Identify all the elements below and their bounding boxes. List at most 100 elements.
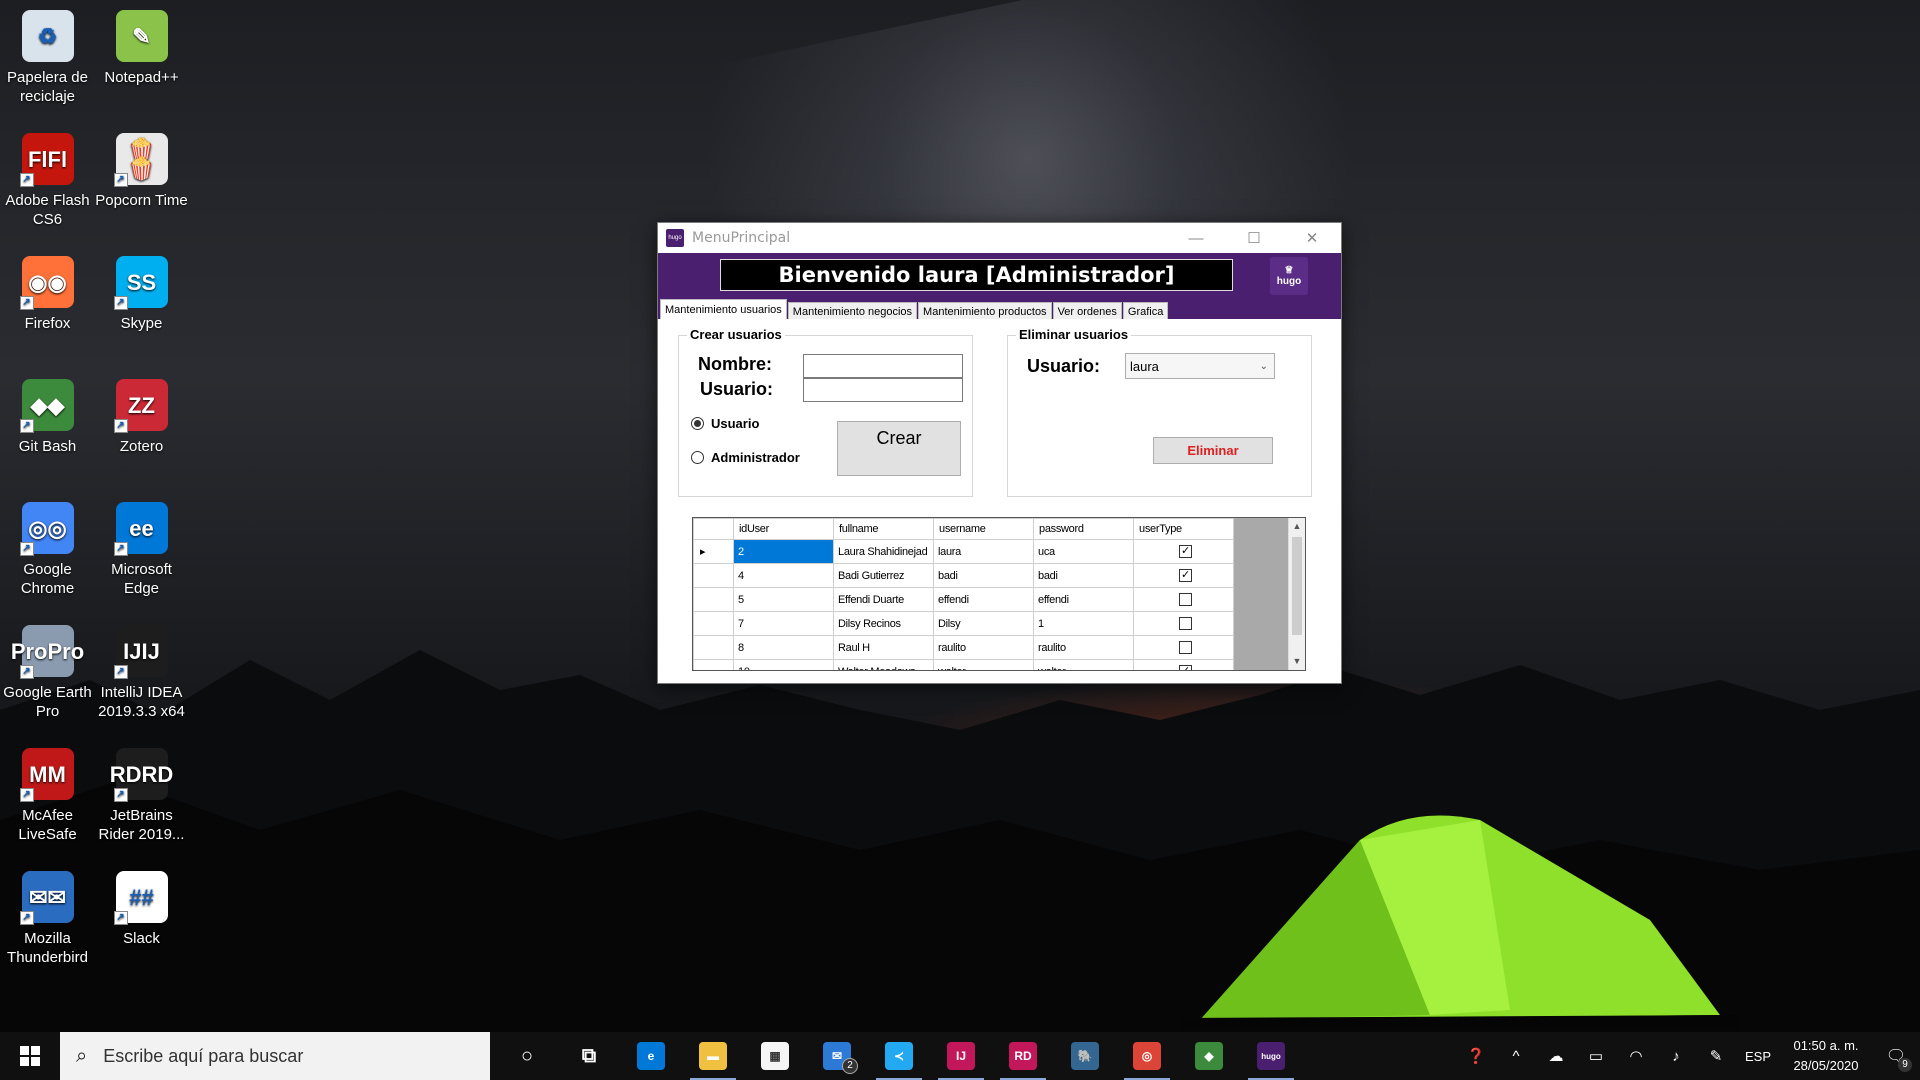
taskbar-store[interactable]: ▦ [744,1032,806,1080]
help-icon[interactable]: ❓ [1456,1047,1496,1065]
row-header[interactable] [693,563,734,588]
clock[interactable]: 01:50 a. m. 28/05/2020 [1780,1036,1872,1076]
row-header[interactable] [693,659,734,670]
desktop-icon-google-earth[interactable]: ProPro ↗ Google Earth Pro [0,619,95,721]
cell-fullname[interactable]: Laura Shahidinejad [833,539,934,564]
desktop-icon-chrome[interactable]: ◎◎ ↗ Google Chrome [0,496,95,598]
nombre-field[interactable] [803,354,963,378]
table-row[interactable]: 4 Badi Gutierrez badi badi ✓ [693,563,1234,588]
cell-usertype[interactable]: ✓ [1133,659,1234,670]
radio-administrador[interactable]: Administrador [691,450,800,465]
desktop-icon-git-bash[interactable]: ◆◆ ↗ Git Bash [0,373,95,456]
usertype-checkbox[interactable]: ✓ [1179,545,1192,558]
cell-fullname[interactable]: Raul H [833,635,934,660]
taskbar-search-box[interactable]: ⌕ Escribe aquí para buscar [60,1032,490,1080]
cell-password[interactable]: badi [1033,563,1134,588]
cell-username[interactable]: walter [933,659,1034,670]
column-header-iduser[interactable]: idUser [733,518,834,540]
cell-usertype[interactable] [1133,587,1234,612]
cell-id[interactable]: 4 [733,563,834,588]
cell-fullname[interactable]: Effendi Duarte [833,587,934,612]
row-header[interactable] [693,587,734,612]
column-header-username[interactable]: username [933,518,1034,540]
desktop-icon-popcorn-time[interactable]: 🍿🍿 ↗ Popcorn Time [94,127,189,210]
maximize-button[interactable]: ☐ [1225,223,1283,253]
usuario-select[interactable]: laura ⌄ [1125,353,1275,379]
cell-id[interactable]: 2 [733,539,834,564]
cell-id[interactable]: 8 [733,635,834,660]
cell-password[interactable]: raulito [1033,635,1134,660]
desktop-icon-mcafee[interactable]: MM ↗ McAfee LiveSafe [0,742,95,844]
column-header-usertype[interactable]: userType [1133,518,1234,540]
row-header[interactable] [693,611,734,636]
taskbar-vscode[interactable]: ≺ [868,1032,930,1080]
desktop-icon-slack[interactable]: ## ↗ Slack [94,865,189,948]
cell-usertype[interactable] [1133,611,1234,636]
show-hidden-icons-chevron-icon[interactable]: ^ [1496,1048,1536,1065]
desktop-icon-skype[interactable]: SS ↗ Skype [94,250,189,333]
column-header-password[interactable]: password [1033,518,1134,540]
cell-username[interactable]: raulito [933,635,1034,660]
cell-fullname[interactable]: Dilsy Recinos [833,611,934,636]
row-header[interactable]: ▸ [693,539,734,564]
desktop-icon-rider[interactable]: RDRD ↗ JetBrains Rider 2019... [94,742,189,844]
cell-password[interactable]: walter [1033,659,1134,670]
usertype-checkbox[interactable] [1179,593,1192,606]
grid-vertical-scrollbar[interactable]: ▲ ▼ [1288,518,1305,670]
crear-button[interactable]: Crear [837,421,961,476]
cell-username[interactable]: badi [933,563,1034,588]
usuario-field[interactable] [803,378,963,402]
volume-icon[interactable]: ♪ [1656,1048,1696,1065]
desktop-icon-intellij[interactable]: IJIJ ↗ IntelliJ IDEA 2019.3.3 x64 [94,619,189,721]
taskbar-intellij-taskbar[interactable]: IJ [930,1032,992,1080]
cell-fullname[interactable]: Walter Meadows [833,659,934,670]
cell-id[interactable]: 7 [733,611,834,636]
cell-id[interactable]: 10 [733,659,834,670]
cell-usertype[interactable]: ✓ [1133,539,1234,564]
start-button[interactable] [0,1032,60,1080]
title-bar[interactable]: hugo MenuPrincipal — ☐ ✕ [658,223,1341,253]
taskbar-task-view[interactable]: ⧉ [558,1032,620,1080]
cell-password[interactable]: 1 [1033,611,1134,636]
usertype-checkbox[interactable] [1179,641,1192,654]
pen-icon[interactable]: ✎ [1696,1047,1736,1065]
battery-icon[interactable]: ▭ [1576,1047,1616,1065]
eliminar-button[interactable]: Eliminar [1153,437,1273,464]
radio-administrador-circle[interactable] [691,451,704,464]
wifi-icon[interactable]: ◠ [1616,1047,1656,1065]
desktop-icon-firefox[interactable]: ◉◉ ↗ Firefox [0,250,95,333]
radio-usuario-circle[interactable] [691,417,704,430]
cell-id[interactable]: 5 [733,587,834,612]
tab-mantenimiento-usuarios[interactable]: Mantenimiento usuarios [660,299,787,321]
cell-password[interactable]: uca [1033,539,1134,564]
taskbar-rider-taskbar[interactable]: RD [992,1032,1054,1080]
desktop-icon-adobe-flash[interactable]: FlFl ↗ Adobe Flash CS6 [0,127,95,229]
taskbar-postgresql[interactable]: 🐘 [1054,1032,1116,1080]
radio-usuario[interactable]: Usuario [691,416,759,431]
desktop-icon-thunderbird[interactable]: ✉✉ ↗ Mozilla Thunderbird [0,865,95,967]
row-header[interactable] [693,635,734,660]
taskbar-chrome-taskbar[interactable]: ◎ [1116,1032,1178,1080]
scroll-thumb[interactable] [1292,537,1302,635]
desktop-icon-recycle-bin[interactable]: ♻ Papelera de reciclaje [0,4,95,106]
table-row[interactable]: ▸ 2 Laura Shahidinejad laura uca ✓ [693,539,1234,564]
taskbar-mail[interactable]: ✉ 2 [806,1032,868,1080]
close-button[interactable]: ✕ [1283,223,1341,253]
usertype-checkbox[interactable]: ✓ [1179,665,1192,670]
minimize-button[interactable]: — [1167,223,1225,253]
cell-usertype[interactable]: ✓ [1133,563,1234,588]
cell-username[interactable]: effendi [933,587,1034,612]
users-data-grid[interactable]: idUser fullname username password userType ▸… [692,517,1306,671]
desktop-icon-zotero[interactable]: ZZ ↗ Zotero [94,373,189,456]
cell-username[interactable]: Dilsy [933,611,1034,636]
taskbar-cortana[interactable]: ○ [496,1032,558,1080]
desktop-icon-notepad-plus-plus[interactable]: ✎ Notepad++ [94,4,189,87]
usertype-checkbox[interactable]: ✓ [1179,569,1192,582]
taskbar-file-explorer[interactable]: ▬ [682,1032,744,1080]
cell-username[interactable]: laura [933,539,1034,564]
cell-fullname[interactable]: Badi Gutierrez [833,563,934,588]
language-indicator[interactable]: ESP [1736,1049,1780,1064]
table-row[interactable]: 10Walter Meadowswalterwalter✓ [693,659,1234,670]
table-row[interactable]: 5 Effendi Duarte effendi effendi [693,587,1234,612]
table-row[interactable]: 7 Dilsy Recinos Dilsy 1 [693,611,1234,636]
